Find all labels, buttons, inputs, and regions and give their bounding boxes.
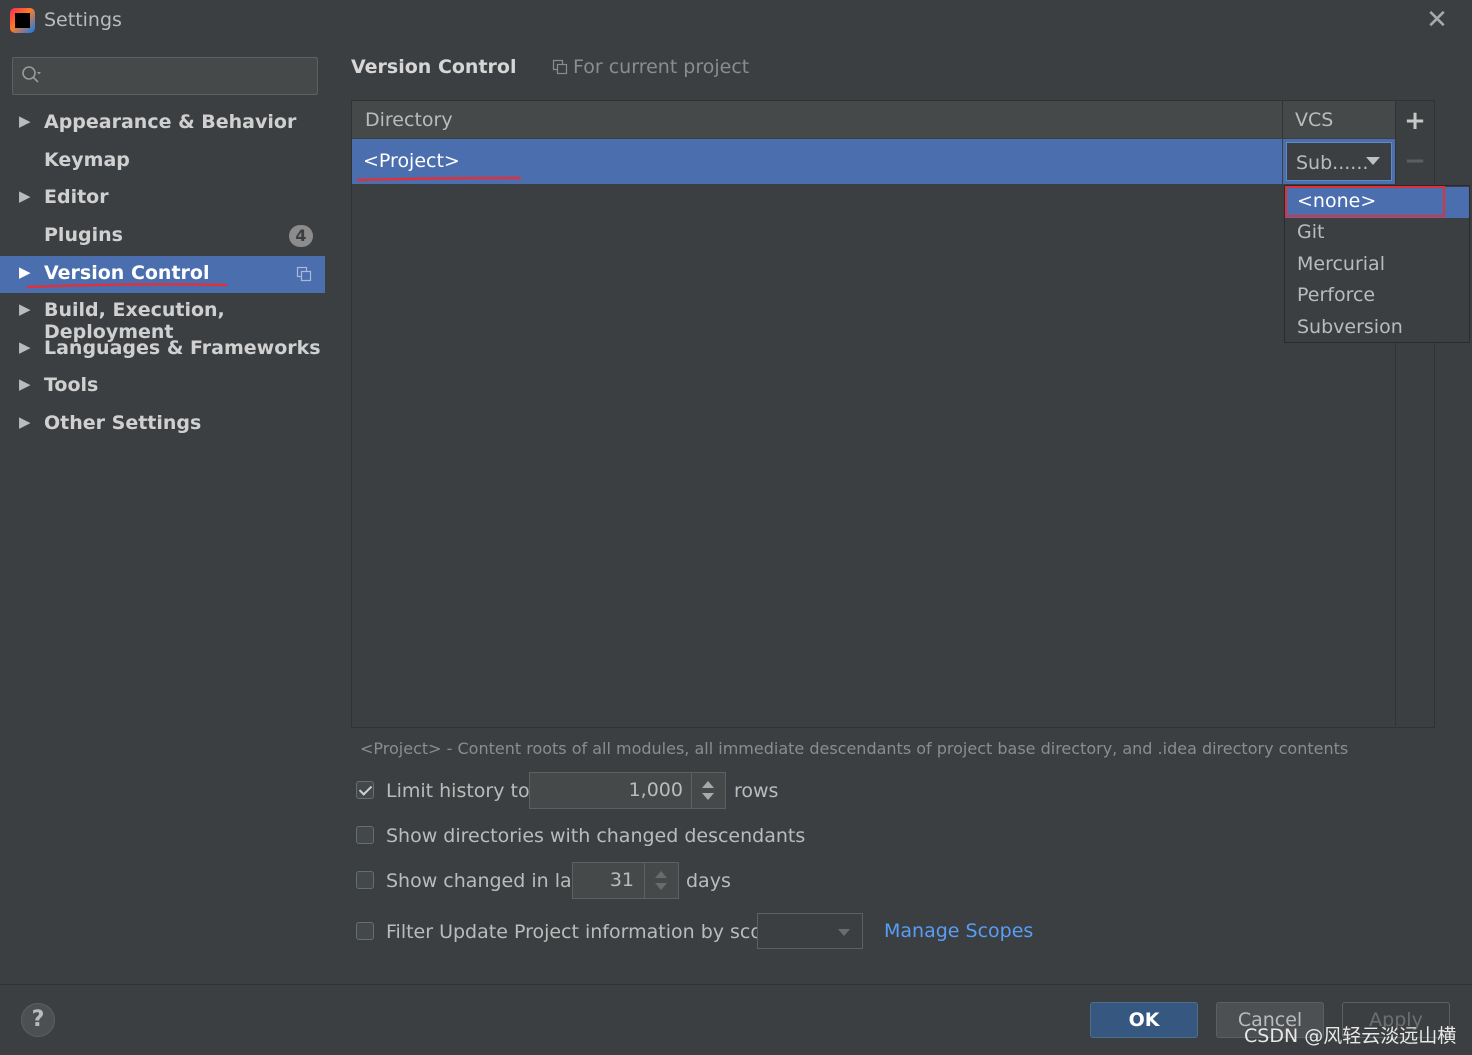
project-scope-icon — [296, 266, 312, 282]
sidebar-item-plugins[interactable]: Plugins — [0, 218, 325, 255]
stepper-buttons[interactable] — [644, 863, 678, 898]
title-bar — [0, 0, 1472, 42]
stepper-down-icon[interactable] — [702, 793, 714, 800]
sidebar-item-label: Appearance & Behavior — [44, 111, 297, 133]
expand-arrow-icon[interactable]: ▶ — [19, 112, 31, 130]
show-changed-label: Show changed in last — [386, 870, 589, 892]
add-mapping-button[interactable]: + — [1403, 108, 1427, 134]
red-annotation-underline — [26, 283, 228, 289]
limit-history-value: 1,000 — [628, 779, 683, 801]
ok-button[interactable]: OK — [1090, 1002, 1198, 1038]
intellij-logo-icon — [10, 8, 35, 33]
filter-update-label: Filter Update Project information by sco… — [386, 921, 786, 943]
show-changed-days-stepper[interactable]: 31 — [572, 862, 679, 899]
sidebar-item-build-execution-deployment[interactable]: ▶ Build, Execution, Deployment — [0, 293, 325, 343]
expand-arrow-icon[interactable]: ▶ — [19, 187, 31, 205]
sidebar-item-label: Version Control — [44, 262, 210, 284]
plugins-update-badge: 4 — [289, 225, 313, 247]
column-header-label: Directory — [365, 109, 453, 131]
chevron-down-icon[interactable] — [1366, 157, 1380, 165]
settings-search-input[interactable] — [12, 57, 318, 95]
expand-arrow-icon[interactable]: ▶ — [19, 263, 31, 281]
dropdown-option-git[interactable]: Git — [1285, 218, 1469, 249]
stepper-up-icon[interactable] — [655, 871, 667, 878]
sidebar-item-label: Plugins — [44, 224, 123, 246]
dropdown-option-subversion[interactable]: Subversion — [1285, 313, 1469, 344]
watermark-text: CSDN @风轻云淡远山横 — [1244, 1025, 1457, 1047]
help-button[interactable]: ? — [21, 1003, 55, 1037]
remove-mapping-button[interactable]: − — [1403, 148, 1427, 174]
sidebar-item-label: Tools — [44, 374, 99, 396]
sidebar-item-label: Languages & Frameworks — [44, 337, 321, 359]
show-directories-label: Show directories with changed descendant… — [386, 825, 806, 847]
dropdown-option-mercurial[interactable]: Mercurial — [1285, 250, 1469, 281]
rows-suffix-label: rows — [734, 780, 779, 802]
directory-cell: <Project> — [363, 150, 460, 172]
table-body[interactable] — [352, 184, 1395, 726]
days-suffix-label: days — [686, 870, 731, 892]
close-icon[interactable]: ✕ — [1424, 6, 1450, 34]
limit-history-checkbox[interactable] — [356, 781, 374, 799]
project-hint-text: <Project> - Content roots of all modules… — [360, 739, 1349, 758]
show-changed-days-value: 31 — [609, 869, 634, 891]
filter-update-checkbox[interactable] — [356, 922, 374, 940]
expand-arrow-icon[interactable]: ▶ — [19, 338, 31, 356]
column-header-label: VCS — [1295, 109, 1334, 131]
red-annotation-box — [1285, 186, 1445, 217]
red-annotation-underline — [356, 176, 522, 182]
expand-arrow-icon[interactable]: ▶ — [19, 300, 31, 318]
sidebar-item-keymap[interactable]: Keymap — [0, 143, 325, 180]
sidebar-item-other-settings[interactable]: ▶ Other Settings — [0, 406, 325, 443]
project-scope-icon — [552, 59, 568, 75]
sidebar-item-editor[interactable]: ▶ Editor — [0, 180, 325, 217]
sidebar-item-label: Keymap — [44, 149, 130, 171]
search-icon — [22, 66, 41, 83]
expand-arrow-icon[interactable]: ▶ — [19, 375, 31, 393]
stepper-up-icon[interactable] — [702, 781, 714, 788]
page-title: Version Control — [351, 56, 517, 78]
chevron-down-icon[interactable] — [838, 929, 850, 936]
show-changed-checkbox[interactable] — [356, 871, 374, 889]
sidebar-item-languages-frameworks[interactable]: ▶ Languages & Frameworks — [0, 331, 325, 368]
column-header-directory[interactable] — [352, 101, 1283, 138]
sidebar-item-label: Editor — [44, 186, 109, 208]
limit-history-label: Limit history to: — [386, 780, 537, 802]
window-title: Settings — [44, 9, 122, 31]
scope-label: For current project — [573, 56, 750, 78]
dropdown-option-perforce[interactable]: Perforce — [1285, 281, 1469, 312]
manage-scopes-link[interactable]: Manage Scopes — [884, 920, 1033, 942]
sidebar-item-label: Other Settings — [44, 412, 202, 434]
show-directories-checkbox[interactable] — [356, 826, 374, 844]
sidebar-item-tools[interactable]: ▶ Tools — [0, 368, 325, 405]
vcs-combo-value: Sub...... — [1296, 152, 1369, 174]
stepper-down-icon[interactable] — [655, 883, 667, 890]
sidebar-item-appearance-behavior[interactable]: ▶ Appearance & Behavior — [0, 105, 325, 142]
limit-history-stepper[interactable]: 1,000 — [529, 772, 726, 809]
stepper-buttons[interactable] — [691, 773, 725, 808]
expand-arrow-icon[interactable]: ▶ — [19, 413, 31, 431]
